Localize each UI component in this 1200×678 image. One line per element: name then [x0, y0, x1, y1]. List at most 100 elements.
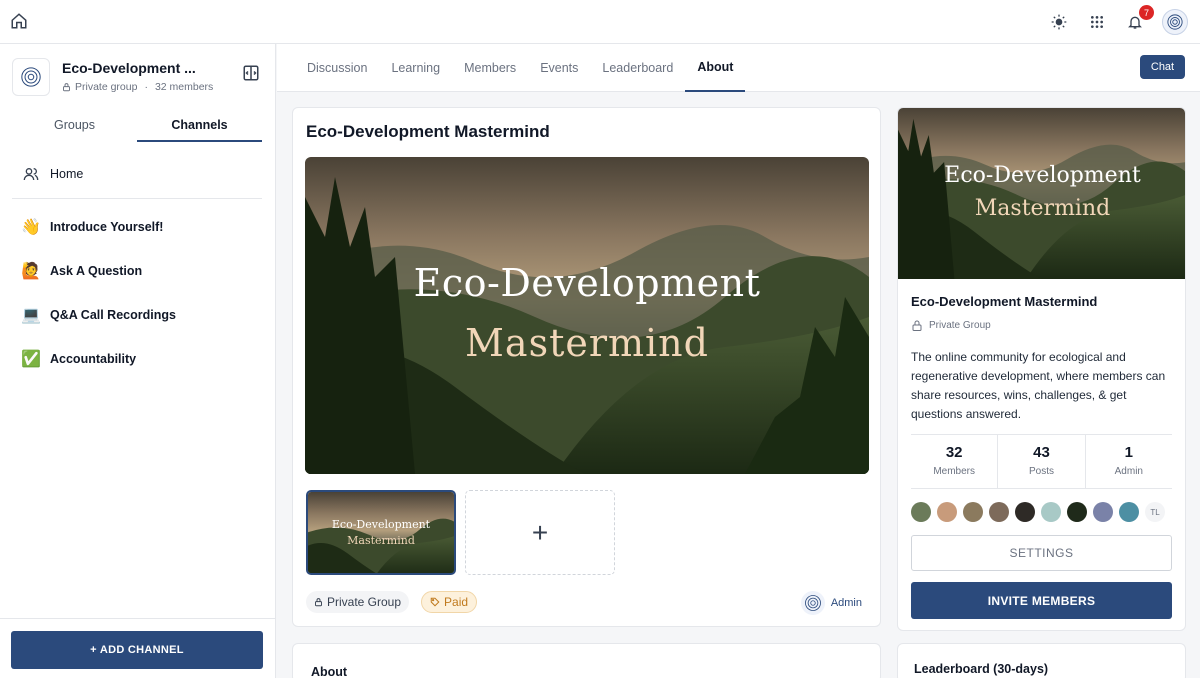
tab-groups[interactable]: Groups — [12, 112, 137, 142]
member-avatars: TL — [911, 502, 1165, 522]
meta-separator: · — [144, 81, 148, 93]
divider — [12, 198, 262, 199]
group-cover-image: Eco-Development Mastermind — [305, 157, 869, 474]
group-logo — [12, 58, 50, 96]
avatar-initials[interactable]: TL — [1145, 502, 1165, 522]
group-about-card: Eco-Development Mastermind Eco-Developme… — [292, 107, 881, 627]
leaderboard-section: Leaderboard (30-days) — [897, 643, 1186, 678]
cover-thumbnail[interactable]: Eco-Development Mastermind — [306, 490, 456, 575]
channel-list: Home 👋 Introduce Yourself! 🙋 Ask A Quest… — [12, 156, 262, 381]
about-title: About — [311, 665, 348, 678]
thumbnail-title-line1: Eco-Development — [331, 518, 431, 531]
avatar[interactable] — [911, 502, 931, 522]
invite-members-button[interactable]: INVITE MEMBERS — [911, 582, 1172, 619]
home-icon[interactable] — [10, 12, 28, 30]
lock-icon — [912, 320, 922, 331]
group-tabs: Discussion Learning Members Events Leade… — [295, 44, 746, 92]
group-tags: Private Group Paid — [306, 591, 478, 613]
avatar[interactable] — [937, 502, 957, 522]
admin-avatar — [800, 591, 825, 615]
avatar[interactable] — [1119, 502, 1139, 522]
sidebar-item-label: Ask A Question — [50, 264, 143, 278]
admin-info[interactable]: Admin — [800, 591, 862, 615]
leaderboard-title: Leaderboard (30-days) — [914, 662, 1049, 676]
tag-icon — [430, 597, 440, 607]
avatar[interactable] — [1041, 502, 1061, 522]
waving-hand-icon: 👋 — [21, 219, 41, 236]
group-meta: Private group · 32 members — [62, 81, 213, 93]
sidebar-footer: + ADD CHANNEL — [0, 618, 275, 678]
tab-about[interactable]: About — [685, 44, 746, 92]
stat-value: 32 — [945, 444, 963, 461]
stat-members[interactable]: 32 Members — [911, 435, 999, 488]
lock-icon — [63, 83, 70, 92]
notifications-bell-icon[interactable]: 7 — [1124, 5, 1154, 33]
collapse-sidebar-icon[interactable] — [242, 64, 260, 82]
privacy-label: Private Group — [929, 320, 991, 331]
tab-leaderboard[interactable]: Leaderboard — [590, 44, 685, 92]
stat-admin[interactable]: 1 Admin — [1086, 435, 1172, 488]
chat-button[interactable]: Chat — [1140, 55, 1185, 79]
tab-discussion[interactable]: Discussion — [295, 44, 379, 92]
stat-label: Admin — [1114, 466, 1143, 477]
user-avatar[interactable] — [1162, 9, 1188, 35]
sidebar-item-introduce-yourself[interactable]: 👋 Introduce Yourself! — [12, 205, 262, 249]
group-tab-bar: Discussion Learning Members Events Leade… — [277, 44, 1200, 92]
tab-channels[interactable]: Channels — [137, 112, 262, 142]
group-summary-card: Eco-Development Mastermind Eco-Developme… — [897, 107, 1186, 631]
sidebar-item-label: Q&A Call Recordings — [50, 308, 176, 322]
sidebar-tabs: Groups Channels — [12, 112, 262, 142]
people-icon — [20, 163, 42, 185]
stat-posts[interactable]: 43 Posts — [998, 435, 1086, 488]
pill-label: Paid — [444, 595, 469, 609]
apps-grid-icon[interactable] — [1086, 11, 1108, 33]
notifications-count-badge: 7 — [1139, 5, 1154, 20]
raising-hand-icon: 🙋 — [21, 263, 41, 280]
tab-learning[interactable]: Learning — [379, 44, 452, 92]
sidebar-item-label: Accountability — [50, 352, 137, 366]
cover-title-line2: Mastermind — [465, 321, 709, 365]
avatar[interactable] — [963, 502, 983, 522]
avatar[interactable] — [1015, 502, 1035, 522]
cover-title-line1: Eco-Development — [413, 261, 761, 305]
tab-members[interactable]: Members — [452, 44, 528, 92]
avatar[interactable] — [1067, 502, 1087, 522]
settings-button[interactable]: SETTINGS — [911, 535, 1172, 571]
group-cover-image-small: Eco-Development Mastermind — [898, 108, 1185, 280]
sidebar-item-qa-call-recordings[interactable]: 💻 Q&A Call Recordings — [12, 293, 262, 337]
group-name[interactable]: Eco-Development ... — [62, 60, 196, 76]
thumbnail-title-line2: Mastermind — [347, 534, 415, 547]
group-privacy: Private Group — [911, 319, 991, 332]
stat-value: 43 — [1033, 444, 1050, 461]
cover-title-line2: Mastermind — [974, 196, 1111, 221]
group-description: The online community for ecological and … — [911, 350, 1166, 421]
stat-label: Posts — [1028, 466, 1054, 477]
cover-title-line1: Eco-Development — [944, 163, 1141, 188]
about-section: About — [292, 643, 881, 678]
sidebar-item-home[interactable]: Home — [12, 156, 262, 192]
tab-events[interactable]: Events — [528, 44, 590, 92]
top-bar: 7 — [0, 0, 1200, 44]
add-channel-button[interactable]: + ADD CHANNEL — [11, 631, 263, 669]
sidebar-item-label: Introduce Yourself! — [50, 220, 164, 234]
admin-label: Admin — [830, 597, 862, 609]
sidebar-item-accountability[interactable]: ✅ Accountability — [12, 337, 262, 381]
sidebar-item-ask-a-question[interactable]: 🙋 Ask A Question — [12, 249, 262, 293]
group-stats: 32 Members 43 Posts 1 Admin — [911, 434, 1172, 489]
group-privacy: Private group — [75, 81, 138, 93]
sidebar-item-label: Home — [50, 167, 84, 181]
add-image-button[interactable]: + — [465, 490, 615, 575]
stat-value: 1 — [1124, 444, 1133, 461]
page-title: Eco-Development Mastermind — [306, 122, 550, 141]
laptop-icon: 💻 — [21, 307, 41, 324]
theme-toggle-sun-icon[interactable] — [1048, 11, 1070, 33]
check-mark-icon: ✅ — [21, 351, 41, 368]
group-header: Eco-Development ... Private group · 32 m… — [12, 58, 264, 98]
private-group-pill: Private Group — [306, 591, 410, 613]
paid-pill: Paid — [421, 591, 478, 613]
group-name: Eco-Development Mastermind — [911, 294, 1098, 309]
avatar[interactable] — [989, 502, 1009, 522]
left-sidebar: Eco-Development ... Private group · 32 m… — [0, 44, 276, 678]
avatar[interactable] — [1093, 502, 1113, 522]
lock-icon — [315, 598, 322, 607]
